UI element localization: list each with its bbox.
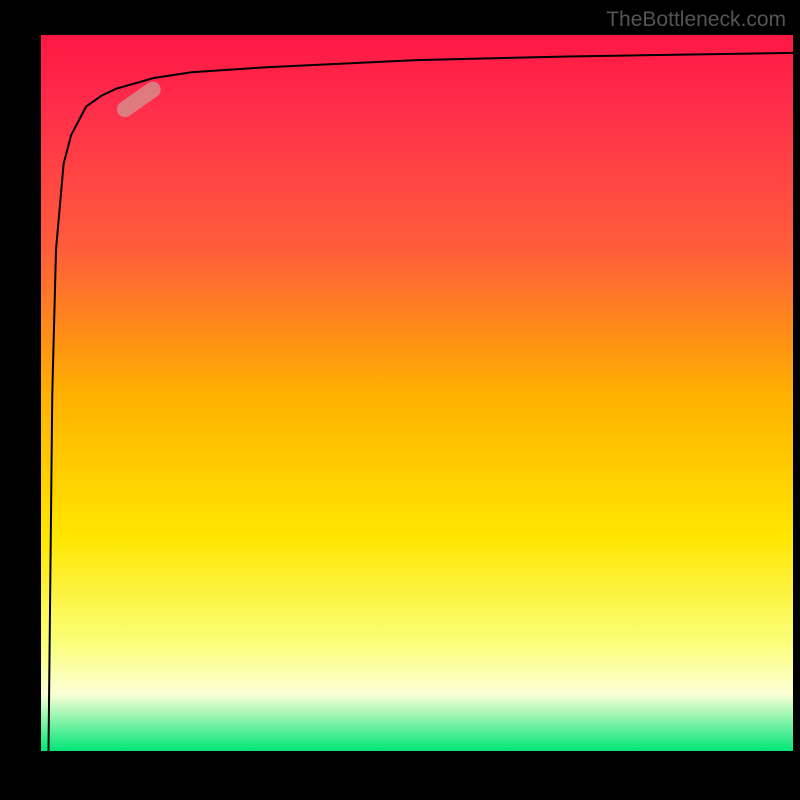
- curve-layer: [41, 35, 793, 751]
- watermark-text: TheBottleneck.com: [606, 8, 786, 32]
- chart-area: [41, 35, 793, 751]
- marker-capsule: [114, 79, 164, 121]
- bottleneck-curve: [49, 53, 794, 751]
